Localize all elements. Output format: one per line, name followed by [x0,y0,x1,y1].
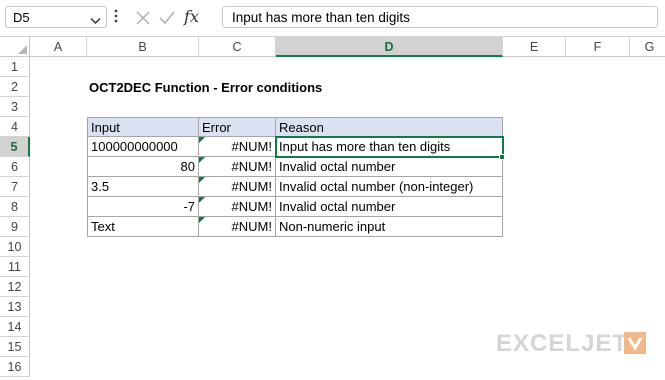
formula-value: Input has more than ten digits [232,10,410,25]
error-cell[interactable]: #NUM! [199,217,276,237]
formula-input[interactable]: Input has more than ten digits [222,6,658,28]
error-value: #NUM! [231,179,272,194]
error-cell[interactable]: #NUM! [199,177,276,197]
sheet-title: OCT2DEC Function - Error conditions [89,80,323,95]
error-indicator-icon[interactable] [199,157,205,163]
formula-bar: D5 fx Input has more than ten digits [0,0,665,37]
column-header-f[interactable]: F [566,37,630,57]
column-header-g[interactable]: G [630,37,665,57]
column-header-e[interactable]: E [503,37,566,57]
reason-cell[interactable]: Non-numeric input [276,217,503,237]
formula-actions: fx [133,7,223,29]
more-vertical-icon[interactable] [113,8,119,27]
column-header-d[interactable]: D [276,37,503,57]
column-header-a[interactable]: A [30,37,87,57]
cancel-x-icon[interactable] [135,10,151,29]
error-value: #NUM! [231,139,272,154]
error-value: #NUM! [231,199,272,214]
error-cell[interactable]: #NUM! [199,157,276,177]
error-indicator-icon[interactable] [199,197,205,203]
chevron-down-icon[interactable] [90,13,101,28]
exceljet-logo: EXCELJET [496,330,646,357]
input-cell[interactable]: 80 [87,157,199,177]
input-cell[interactable]: Text [87,217,199,237]
error-cell[interactable]: #NUM! [199,137,276,157]
row-header-14[interactable]: 14 [0,317,30,337]
error-indicator-icon[interactable] [199,137,205,143]
header-input[interactable]: Input [87,117,199,137]
reason-cell[interactable]: Invalid octal number [276,157,503,177]
row-header-11[interactable]: 11 [0,257,30,277]
row-header-8[interactable]: 8 [0,197,30,217]
header-error[interactable]: Error [199,117,276,137]
select-all-corner[interactable] [0,37,30,57]
row-header-15[interactable]: 15 [0,337,30,357]
row-header-16[interactable]: 16 [0,357,30,377]
row-header-6[interactable]: 6 [0,157,30,177]
row-header-9[interactable]: 9 [0,217,30,237]
logo-mark-icon [624,332,646,357]
select-all-triangle [18,45,27,54]
row-header-2[interactable]: 2 [0,77,30,97]
row-header-12[interactable]: 12 [0,277,30,297]
logo-wordmark: EXCELJET [496,330,629,357]
name-box[interactable]: D5 [5,6,107,28]
input-cell[interactable]: -7 [87,197,199,217]
active-cell-border [275,136,504,158]
error-value: #NUM! [231,219,272,234]
row-header-1[interactable]: 1 [0,57,30,77]
error-indicator-icon[interactable] [199,177,205,183]
row-header-10[interactable]: 10 [0,237,30,257]
column-header-c[interactable]: C [199,37,276,57]
confirm-check-icon[interactable] [158,10,176,29]
row-header-5[interactable]: 5 [0,137,30,157]
insert-function-icon[interactable]: fx [184,7,199,26]
fill-handle[interactable] [499,154,505,160]
row-header-13[interactable]: 13 [0,297,30,317]
header-reason[interactable]: Reason [276,117,503,137]
row-header-3[interactable]: 3 [0,97,30,117]
input-cell[interactable]: 100000000000 [87,137,199,157]
error-value: #NUM! [231,159,272,174]
row-header-7[interactable]: 7 [0,177,30,197]
error-cell[interactable]: #NUM! [199,197,276,217]
reason-cell[interactable]: Invalid octal number [276,197,503,217]
error-indicator-icon[interactable] [199,217,205,223]
row-header-4[interactable]: 4 [0,117,30,137]
input-cell[interactable]: 3.5 [87,177,199,197]
name-box-value: D5 [13,10,30,25]
column-header-b[interactable]: B [87,37,199,57]
reason-cell[interactable]: Invalid octal number (non-integer) [276,177,503,197]
